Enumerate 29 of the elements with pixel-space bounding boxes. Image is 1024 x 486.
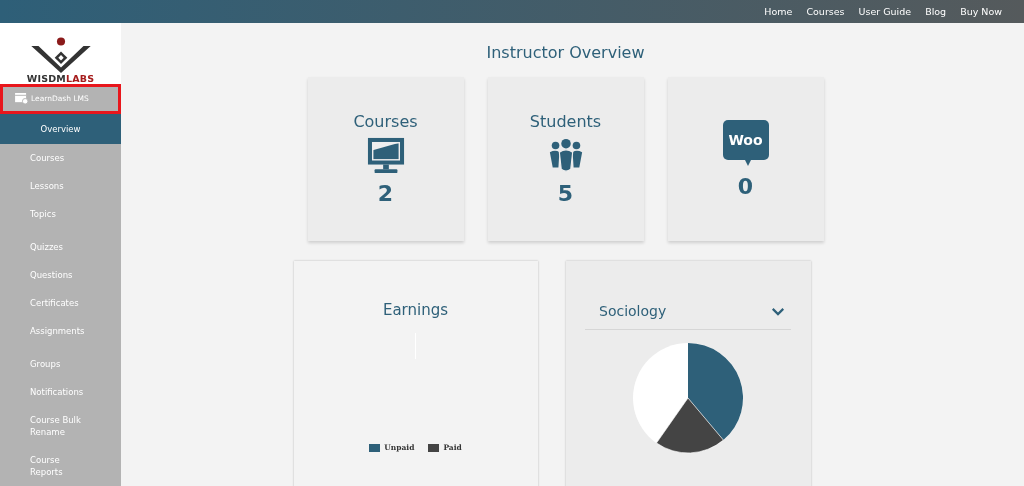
sidebar-item[interactable]: Notifications xyxy=(0,378,121,406)
page-title: Instructor Overview xyxy=(486,43,645,62)
folder-icon xyxy=(15,93,28,105)
stat-value: 0 xyxy=(737,173,754,199)
nav-link[interactable]: User Guide xyxy=(858,6,912,17)
card-title: Students xyxy=(529,112,602,131)
nav-link[interactable]: Blog xyxy=(925,6,947,17)
sidebar-item[interactable]: Course Bulk Rename xyxy=(0,406,92,446)
card-title: Earnings xyxy=(382,301,449,319)
nav-link[interactable]: Home xyxy=(764,6,793,17)
card-title: Courses xyxy=(353,112,418,131)
nav-link[interactable]: Buy Now xyxy=(960,6,1002,17)
stat-value: 2 xyxy=(377,181,394,206)
sidebar-item[interactable]: Groups xyxy=(0,350,121,378)
logo-text: WISDM LABS xyxy=(26,72,95,84)
sidebar-item[interactable]: Assignments xyxy=(0,317,121,345)
sidebar-item[interactable]: Certificates xyxy=(0,289,121,317)
sidebar-item[interactable]: Course Reports xyxy=(0,446,92,486)
nav-link[interactable]: Courses xyxy=(806,6,845,17)
sidebar-item[interactable]: Lessons xyxy=(0,172,121,200)
course-select[interactable]: Sociology xyxy=(585,293,791,330)
sidebar-item[interactable]: Topics xyxy=(0,200,121,228)
sidebar-item[interactable]: Questions xyxy=(0,261,121,289)
sidebar-item[interactable]: Overview xyxy=(0,114,121,144)
stat-value: 5 xyxy=(557,181,574,206)
sidebar-item[interactable]: Courses xyxy=(0,144,121,172)
monitor-icon xyxy=(366,137,405,175)
chevron-down-icon xyxy=(771,306,785,316)
sidebar-item[interactable]: Quizzes xyxy=(0,233,121,261)
